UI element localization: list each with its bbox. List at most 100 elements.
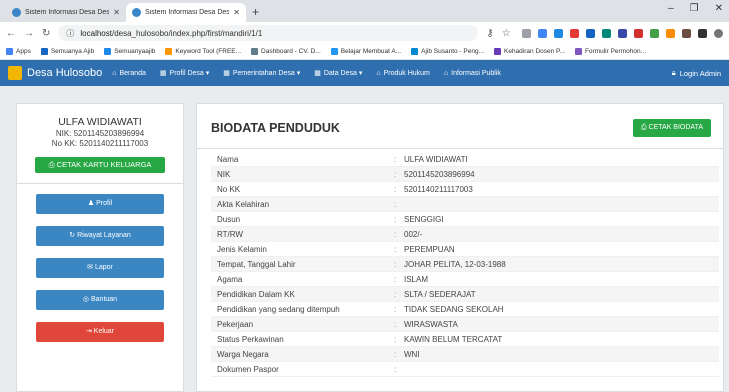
- url-path: /desa_hulosobo/index.php/first/mandiri/1…: [111, 28, 263, 38]
- field-label: Dokumen Paspor: [217, 364, 279, 374]
- key-icon[interactable]: ⚷: [486, 28, 493, 39]
- new-tab-button[interactable]: +: [246, 3, 265, 22]
- bookmark-item[interactable]: Keyword Tool (FREE...: [165, 48, 241, 55]
- extension-icon[interactable]: [650, 28, 659, 38]
- nav-item-label: Informasi Publik: [451, 69, 501, 77]
- browser-tab-active[interactable]: Sistem Informasi Desa Desa Hulo ✕: [126, 3, 246, 22]
- tab-title: Sistem Informasi Desa Desa Hulo: [25, 9, 110, 16]
- bookmark-item[interactable]: Ajib Susanto - Peng...: [411, 48, 484, 55]
- nav-item[interactable]: ▦ Profil Desa ▾: [160, 69, 209, 77]
- extension-icon[interactable]: [538, 28, 547, 38]
- table-row: Pendidikan Dalam KK: SLTA / SEDERAJAT: [211, 287, 719, 302]
- field-value: 5201140211117003: [404, 184, 473, 194]
- maximize-icon[interactable]: ❐: [690, 3, 699, 14]
- bookmark-item[interactable]: Semuanya Ajib: [40, 48, 95, 55]
- profile-kk: No KK: 5201140211117003: [51, 139, 149, 148]
- bookmark-item[interactable]: Kehadiran Dosen P...: [494, 48, 565, 55]
- nav-item[interactable]: ⌂ Beranda: [112, 70, 146, 77]
- side-menu-icon: ♟: [87, 200, 95, 207]
- profile-avatar-icon[interactable]: [714, 28, 723, 38]
- table-row: NIK:5201145203896994: [211, 167, 719, 182]
- close-window-icon[interactable]: ✕: [715, 3, 723, 14]
- side-menu-button[interactable]: ↻ Riwayat Layanan: [36, 226, 164, 246]
- nav-item[interactable]: ▦ Data Desa ▾: [314, 69, 362, 77]
- bookmark-item[interactable]: Belajar Membuat A...: [330, 48, 401, 55]
- side-menu-label: Riwayat Layanan: [77, 232, 131, 239]
- biodata-table: Nama: ULFA WIDIAWATI NIK:5201145203896994 N…: [211, 152, 719, 377]
- field-value: TIDAK SEDANG SEKOLAH: [404, 304, 504, 314]
- side-menu-icon: ⇥: [85, 328, 92, 335]
- nav-item[interactable]: ⌂ Produk Hukum: [376, 70, 430, 77]
- print-icon: ⎙: [640, 124, 647, 131]
- extension-icon[interactable]: [634, 28, 643, 38]
- bookmark-item[interactable]: Semuanyaajib: [104, 48, 155, 55]
- field-separator: :: [394, 259, 397, 269]
- field-label: Nama: [217, 154, 239, 164]
- table-row: Akta Kelahiran:: [211, 197, 719, 212]
- extension-icon[interactable]: [618, 28, 627, 38]
- print-family-card-button[interactable]: ⎙ CETAK KARTU KELUARGA: [35, 157, 165, 173]
- nav-item-label: Produk Hukum: [383, 69, 430, 77]
- forward-arrow-icon[interactable]: →: [24, 28, 34, 39]
- nav-item-icon: ▦: [314, 70, 321, 77]
- extension-icon[interactable]: [522, 28, 531, 38]
- nav-item-icon: ⌂: [376, 69, 381, 77]
- nav-item-icon: ⌂: [112, 69, 117, 77]
- brand-name: Desa Hulosobo: [27, 67, 103, 79]
- site-favicon-icon: [132, 8, 141, 17]
- extension-icon[interactable]: [602, 28, 611, 38]
- login-admin-link[interactable]: 🔒︎ Login Admin: [672, 68, 721, 78]
- bookmark-favicon-icon: [411, 48, 419, 55]
- field-label: Akta Kelahiran: [217, 199, 270, 209]
- table-row: Status Perkawinan: KAWIN BELUM TERCATAT: [211, 332, 719, 347]
- profile-nik: NIK: 5201145203896994: [55, 129, 145, 138]
- bookmark-star-icon[interactable]: ☆: [502, 28, 511, 39]
- browser-tab[interactable]: Sistem Informasi Desa Desa Hulo ✕: [6, 3, 126, 22]
- bookmark-label: Semuanyaajib: [114, 48, 156, 55]
- bookmark-label: Kehadiran Dosen P...: [504, 48, 565, 55]
- profile-name: ULFA WIDIAWATI: [58, 116, 142, 128]
- login-label: Login Admin: [679, 68, 721, 78]
- bookmark-item[interactable]: Dashboard - CV. D...: [251, 48, 321, 55]
- print-biodata-button[interactable]: ⎙ CETAK BIODATA: [632, 119, 711, 137]
- extension-icon[interactable]: [586, 28, 595, 38]
- back-arrow-icon[interactable]: ←: [6, 28, 16, 39]
- reload-icon[interactable]: ↻: [42, 28, 50, 39]
- side-menu-label: Profil: [96, 200, 113, 207]
- bookmark-item[interactable]: Apps: [6, 48, 31, 55]
- extension-icon[interactable]: [554, 28, 563, 38]
- extension-icon[interactable]: [666, 28, 675, 38]
- extension-icon[interactable]: [570, 28, 579, 38]
- tab-title: Sistem Informasi Desa Desa Hulo: [145, 9, 230, 16]
- side-menu-button[interactable]: ⇥ Keluar: [36, 322, 164, 342]
- side-menu: ♟ Profil ↻ Riwayat Layanan ✉ Lapor ◎ Bantua…: [17, 194, 183, 342]
- nav-item[interactable]: ▦ Pemerintahan Desa ▾: [223, 69, 300, 77]
- nav-item[interactable]: ⌂ Informasi Publik: [444, 70, 501, 77]
- bookmark-label: Semuanya Ajib: [50, 48, 95, 55]
- info-icon[interactable]: ⓘ: [66, 28, 74, 39]
- brand[interactable]: Desa Hulosobo: [8, 66, 102, 80]
- bookmark-favicon-icon: [104, 48, 112, 55]
- side-menu-button[interactable]: ♟ Profil: [36, 194, 164, 214]
- extension-icon[interactable]: [682, 28, 691, 38]
- profile-sidebar: ULFA WIDIAWATI NIK: 5201145203896994 No …: [16, 103, 184, 392]
- side-menu-icon: ◎: [82, 296, 90, 303]
- field-value: SENGGIGI: [404, 214, 444, 224]
- close-tab-icon[interactable]: ✕: [113, 8, 120, 17]
- field-label: Dusun: [217, 214, 241, 224]
- field-separator: :: [394, 289, 397, 299]
- field-separator: :: [394, 244, 397, 254]
- minimize-icon[interactable]: –: [668, 3, 674, 14]
- site-favicon-icon: [12, 8, 21, 17]
- table-row: Agama: ISLAM: [211, 272, 719, 287]
- bookmark-favicon-icon: [574, 48, 582, 55]
- field-separator: :: [394, 154, 397, 164]
- side-menu-button[interactable]: ✉ Lapor: [36, 258, 164, 278]
- close-tab-icon[interactable]: ✕: [233, 8, 240, 17]
- url-field[interactable]: ⓘ localhost/desa_hulosobo/index.php/firs…: [58, 25, 479, 41]
- extension-icon[interactable]: [698, 28, 707, 38]
- bookmark-item[interactable]: Formulir Permohon...: [574, 48, 646, 55]
- bookmark-label: Dashboard - CV. D...: [261, 48, 321, 55]
- side-menu-icon: ✉: [87, 264, 93, 271]
- side-menu-button[interactable]: ◎ Bantuan: [36, 290, 164, 310]
